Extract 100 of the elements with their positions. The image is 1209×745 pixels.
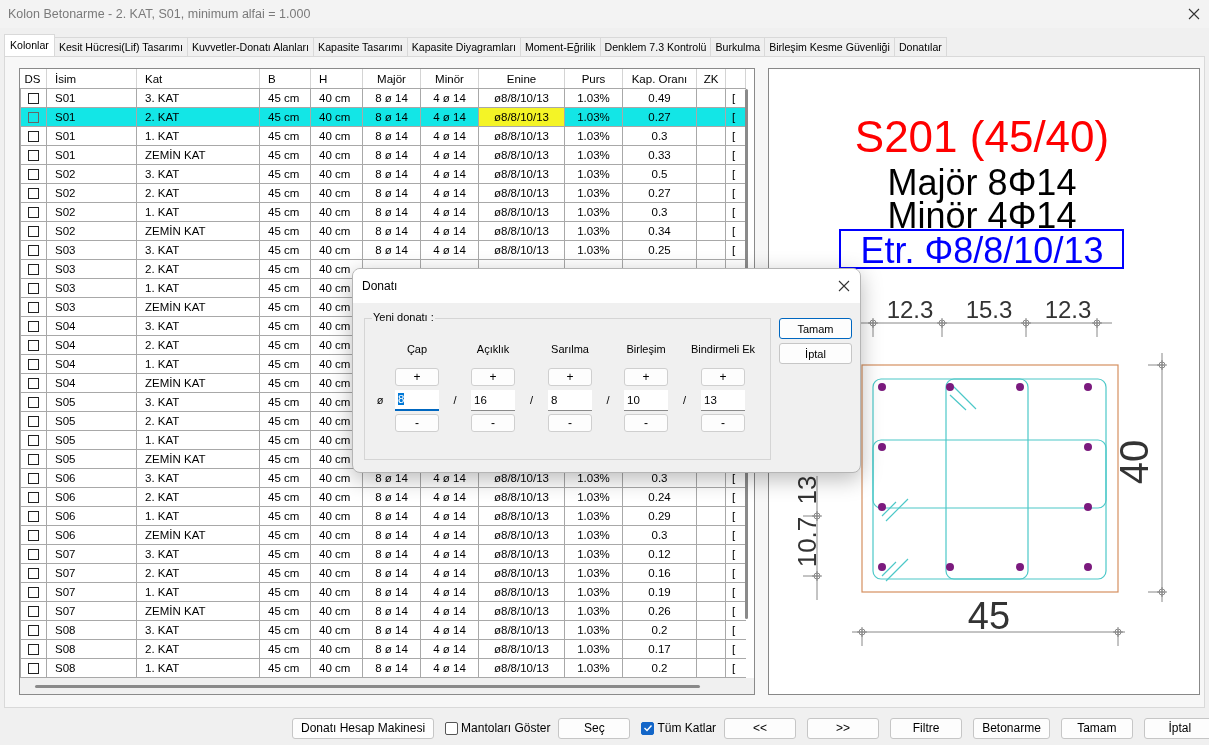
prefix-label: ø	[376, 394, 384, 406]
column-header[interactable]: Purs	[564, 69, 623, 89]
button[interactable]: Betonarme	[973, 717, 1050, 739]
button[interactable]: Filtre	[890, 717, 963, 739]
table-cell: 45 cm	[259, 601, 311, 621]
checkbox[interactable]	[28, 625, 39, 637]
checkbox[interactable]	[28, 340, 39, 352]
checkbox[interactable]	[28, 245, 39, 257]
checkbox[interactable]	[28, 321, 39, 333]
column-header[interactable]: İsim	[46, 69, 137, 89]
close-icon[interactable]	[1188, 8, 1200, 20]
tab[interactable]: Kapasite Diyagramları	[406, 37, 521, 56]
checkbox[interactable]	[28, 454, 39, 466]
button[interactable]: Tamam	[779, 318, 852, 339]
increment-button[interactable]: +	[624, 368, 668, 386]
checkbox[interactable]	[28, 530, 39, 542]
checkbox[interactable]	[28, 131, 39, 143]
tab[interactable]: Kapasite Tasarımı	[313, 37, 408, 56]
checkbox[interactable]	[28, 112, 39, 124]
column-header[interactable]: Enine	[478, 69, 565, 89]
decrement-button[interactable]: -	[701, 414, 745, 432]
input-field[interactable]: 8	[395, 389, 439, 411]
column-header[interactable]: DS	[20, 69, 47, 89]
table-cell: ø8/8/10/13	[478, 639, 565, 659]
column-title: S201 (45/40)	[854, 112, 1110, 161]
checkbox[interactable]	[28, 492, 39, 504]
checkbox[interactable]	[28, 359, 39, 371]
decrement-button[interactable]: -	[548, 414, 592, 432]
checkbox[interactable]	[28, 150, 39, 162]
checkbox[interactable]	[28, 587, 39, 599]
table-cell: 4 ø 14	[420, 88, 479, 108]
tab[interactable]: Birleşim Kesme Güvenliği	[764, 37, 895, 56]
checkbox[interactable]	[28, 264, 39, 276]
checkbox[interactable]	[641, 721, 655, 735]
increment-button[interactable]: +	[548, 368, 592, 386]
decrement-button[interactable]: -	[624, 414, 668, 432]
dimension-label: 12.3	[1044, 296, 1092, 323]
table-cell: 45 cm	[259, 658, 311, 678]
checkbox[interactable]	[28, 207, 39, 219]
checkbox[interactable]	[28, 568, 39, 580]
checkbox[interactable]	[28, 283, 39, 295]
input-field[interactable]: 16	[471, 389, 515, 411]
checkbox[interactable]	[28, 606, 39, 618]
column-header[interactable]: Minör	[420, 69, 479, 89]
column-header[interactable]: B	[259, 69, 311, 89]
table-cell: ø8/8/10/13	[478, 145, 565, 165]
button[interactable]: İptal	[779, 343, 852, 364]
increment-button[interactable]: +	[395, 368, 439, 386]
table-cell: S08	[46, 658, 137, 678]
checkbox-label[interactable]: Mantoları Göster	[461, 721, 551, 735]
checkbox[interactable]	[28, 416, 39, 428]
checkbox[interactable]	[28, 644, 39, 656]
checkbox[interactable]	[28, 378, 39, 390]
button[interactable]: <<	[724, 717, 797, 739]
column-header[interactable]: Kat	[136, 69, 260, 89]
tab[interactable]: Kesit Hücresi(Lif) Tasarımı	[53, 37, 188, 56]
table-cell: 40 cm	[310, 620, 363, 640]
button[interactable]: Seç	[558, 717, 631, 739]
checkbox[interactable]	[28, 169, 39, 181]
table-cell: 0.2	[622, 658, 697, 678]
button[interactable]: Donatı Hesap Makinesi	[292, 717, 435, 739]
input-field[interactable]: 10	[624, 389, 668, 411]
checkbox[interactable]	[28, 511, 39, 523]
increment-button[interactable]: +	[471, 368, 515, 386]
checkbox[interactable]	[28, 435, 39, 447]
table-cell: 3. KAT	[136, 88, 260, 108]
tab[interactable]: Donatılar	[893, 37, 947, 56]
decrement-button[interactable]: -	[471, 414, 515, 432]
checkbox[interactable]	[28, 93, 39, 105]
table-cell: S01	[46, 126, 137, 146]
decrement-button[interactable]: -	[395, 414, 439, 432]
table-cell: ZEMİN KAT	[136, 449, 260, 469]
input-field[interactable]: 13	[701, 389, 745, 411]
column-header[interactable]: Majör	[362, 69, 421, 89]
increment-button[interactable]: +	[701, 368, 745, 386]
button[interactable]: İptal	[1143, 717, 1209, 739]
column-header[interactable]: H	[310, 69, 363, 89]
table-cell: S03	[46, 240, 137, 260]
tab[interactable]: Moment-Eğrilik	[519, 37, 601, 56]
scrollbar[interactable]	[35, 684, 700, 688]
tab[interactable]: Kolonlar	[4, 34, 55, 56]
button[interactable]: >>	[807, 717, 880, 739]
checkbox[interactable]	[28, 302, 39, 314]
checkbox[interactable]	[28, 226, 39, 238]
checkbox[interactable]	[28, 188, 39, 200]
column-header[interactable]: Kap. Oranı	[622, 69, 697, 89]
table-cell: S05	[46, 430, 137, 450]
input-field[interactable]: 8	[548, 389, 592, 411]
checkbox[interactable]	[445, 721, 459, 735]
table-cell: 45 cm	[259, 506, 311, 526]
checkbox[interactable]	[28, 663, 39, 675]
table-cell: 2. KAT	[136, 411, 260, 431]
checkbox-label[interactable]: Tüm Katlar	[657, 721, 717, 735]
checkbox[interactable]	[28, 473, 39, 485]
column-header[interactable]: ZK	[696, 69, 726, 89]
close-icon[interactable]	[838, 280, 850, 292]
checkbox[interactable]	[28, 549, 39, 561]
table-cell: S02	[46, 202, 137, 222]
button[interactable]: Tamam	[1060, 717, 1133, 739]
checkbox[interactable]	[28, 397, 39, 409]
